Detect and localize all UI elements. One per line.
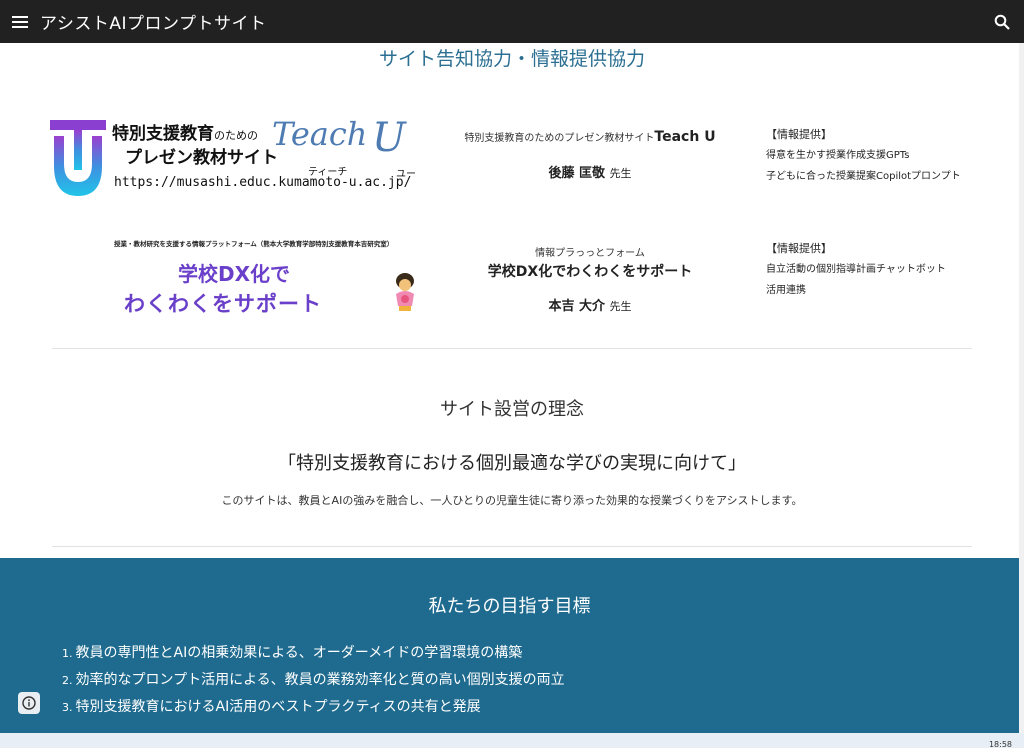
search-icon: [994, 14, 1010, 30]
partner2-provided-info: 【情報提供】 自立活動の個別指導計画チャットボット 活用連携: [766, 238, 1006, 301]
partner1-provided-info: 【情報提供】 得意を生かす授業作成支援GPTs 子どもに合った授業提案Copil…: [766, 124, 1006, 187]
partner1-info: 特別支援教育のためのプレゼン教材サイトTeach U 後藤 匡敬 先生: [460, 127, 720, 181]
partner1-name: 後藤 匡敬: [548, 166, 605, 181]
info-icon: [22, 696, 36, 710]
goal-text: 特別支援教育におけるAI活用のベストプラクティスの共有と発展: [75, 699, 481, 715]
teach-u-t-logo-icon: [50, 120, 106, 196]
divider: [52, 546, 972, 547]
partner2-site-small: 情報プラっっとフォーム: [535, 248, 645, 259]
mascot-character-icon: [396, 273, 414, 311]
partner1-info-item: 得意を生かす授業作成支援GPTs: [766, 150, 910, 161]
goal-item: 3. 特別支援教育におけるAI活用のベストプラクティスの共有と発展: [62, 694, 565, 721]
goal-item: 2. 効率的なプロンプト活用による、教員の業務効率化と質の高い個別支援の両立: [62, 667, 565, 694]
teach-u-logo[interactable]: 特別支援教育のための プレゼン教材サイト Teach U ティーチ ユー htt…: [50, 115, 430, 200]
site-title[interactable]: アシストAIプロンプトサイト: [40, 9, 266, 34]
logo-teach-text: Teach: [272, 115, 368, 153]
logo2-line2: わくわくをサポート: [124, 292, 322, 316]
goal-text: 教員の専門性とAIの相乗効果による、オーダーメイドの学習環境の構築: [75, 645, 523, 661]
philosophy-title: サイト設営の理念: [440, 399, 584, 420]
partner2-info-item: 自立活動の個別指導計画チャットボット: [766, 264, 946, 275]
partner1-site-strong: Teach U: [654, 129, 716, 145]
search-button[interactable]: [988, 8, 1016, 36]
goals-section: 私たちの目指す目標 1. 教員の専門性とAIの相乗効果による、オーダーメイドの学習…: [0, 558, 1019, 733]
logo-line1: 特別支援教育: [112, 124, 214, 144]
goal-text: 効率的なプロンプト活用による、教員の業務効率化と質の高い個別支援の両立: [75, 672, 565, 688]
goal-item: 1. 教員の専門性とAIの相乗効果による、オーダーメイドの学習環境の構築: [62, 640, 565, 667]
partner1-honorific: 先生: [609, 167, 632, 180]
page-scrollbar[interactable]: [1019, 43, 1024, 733]
logo2-caption: 授業・教材研究を支援する情報プラットフォーム（熊本大学教育学部特別支援教育本吉研…: [114, 240, 394, 248]
top-app-bar: アシストAIプロンプトサイト: [0, 0, 1024, 43]
partner1-site-small: 特別支援教育のためのプレゼン教材サイト: [464, 133, 655, 144]
menu-button[interactable]: [0, 0, 40, 43]
partner2-info-item: 活用連携: [766, 285, 806, 296]
school-dx-logo[interactable]: 授業・教材研究を支援する情報プラットフォーム（熊本大学教育学部特別支援教育本吉研…: [110, 238, 430, 323]
hamburger-menu-icon: [12, 15, 28, 28]
logo2-line1: 学校DX化で: [178, 262, 291, 286]
partner1-info-item: 子どもに合った授業提案Copilotプロンプト: [766, 171, 961, 182]
divider: [52, 348, 972, 349]
philosophy-description: このサイトは、教員とAIの強みを融合し、一人ひとりの児童生徒に寄り添った効果的な…: [221, 494, 803, 507]
goal-number: 2.: [62, 674, 73, 687]
partner2-name: 本吉 大介: [548, 299, 605, 314]
partner2-info-header: 【情報提供】: [766, 242, 832, 255]
partner1-info-header: 【情報提供】: [766, 128, 832, 141]
logo-line1-small: のための: [214, 129, 258, 142]
logo-line2: プレゼン教材サイト: [125, 148, 278, 168]
philosophy-quote: 「特別支援教育における個別最適な学びの実現に向けて」: [278, 453, 746, 474]
site-info-button[interactable]: [18, 692, 40, 714]
goal-number: 1.: [62, 647, 73, 660]
partner2-site-strong: 学校DX化でわくわくをサポート: [487, 264, 693, 280]
goals-list: 1. 教員の専門性とAIの相乗効果による、オーダーメイドの学習環境の構築 2. 効率…: [62, 640, 565, 721]
goal-number: 3.: [62, 701, 73, 714]
taskbar: [0, 733, 1024, 748]
logo-url: https://musashi.educ.kumamoto-u.ac.jp/: [114, 175, 412, 190]
goals-title: 私たちの目指す目標: [428, 596, 591, 617]
section-heading: サイト告知協力・情報提供協力: [378, 48, 645, 70]
partner2-info: 情報プラっっとフォーム 学校DX化でわくわくをサポート 本吉 大介 先生: [460, 244, 720, 314]
logo-u-text: U: [372, 115, 406, 161]
partner2-honorific: 先生: [609, 300, 632, 313]
